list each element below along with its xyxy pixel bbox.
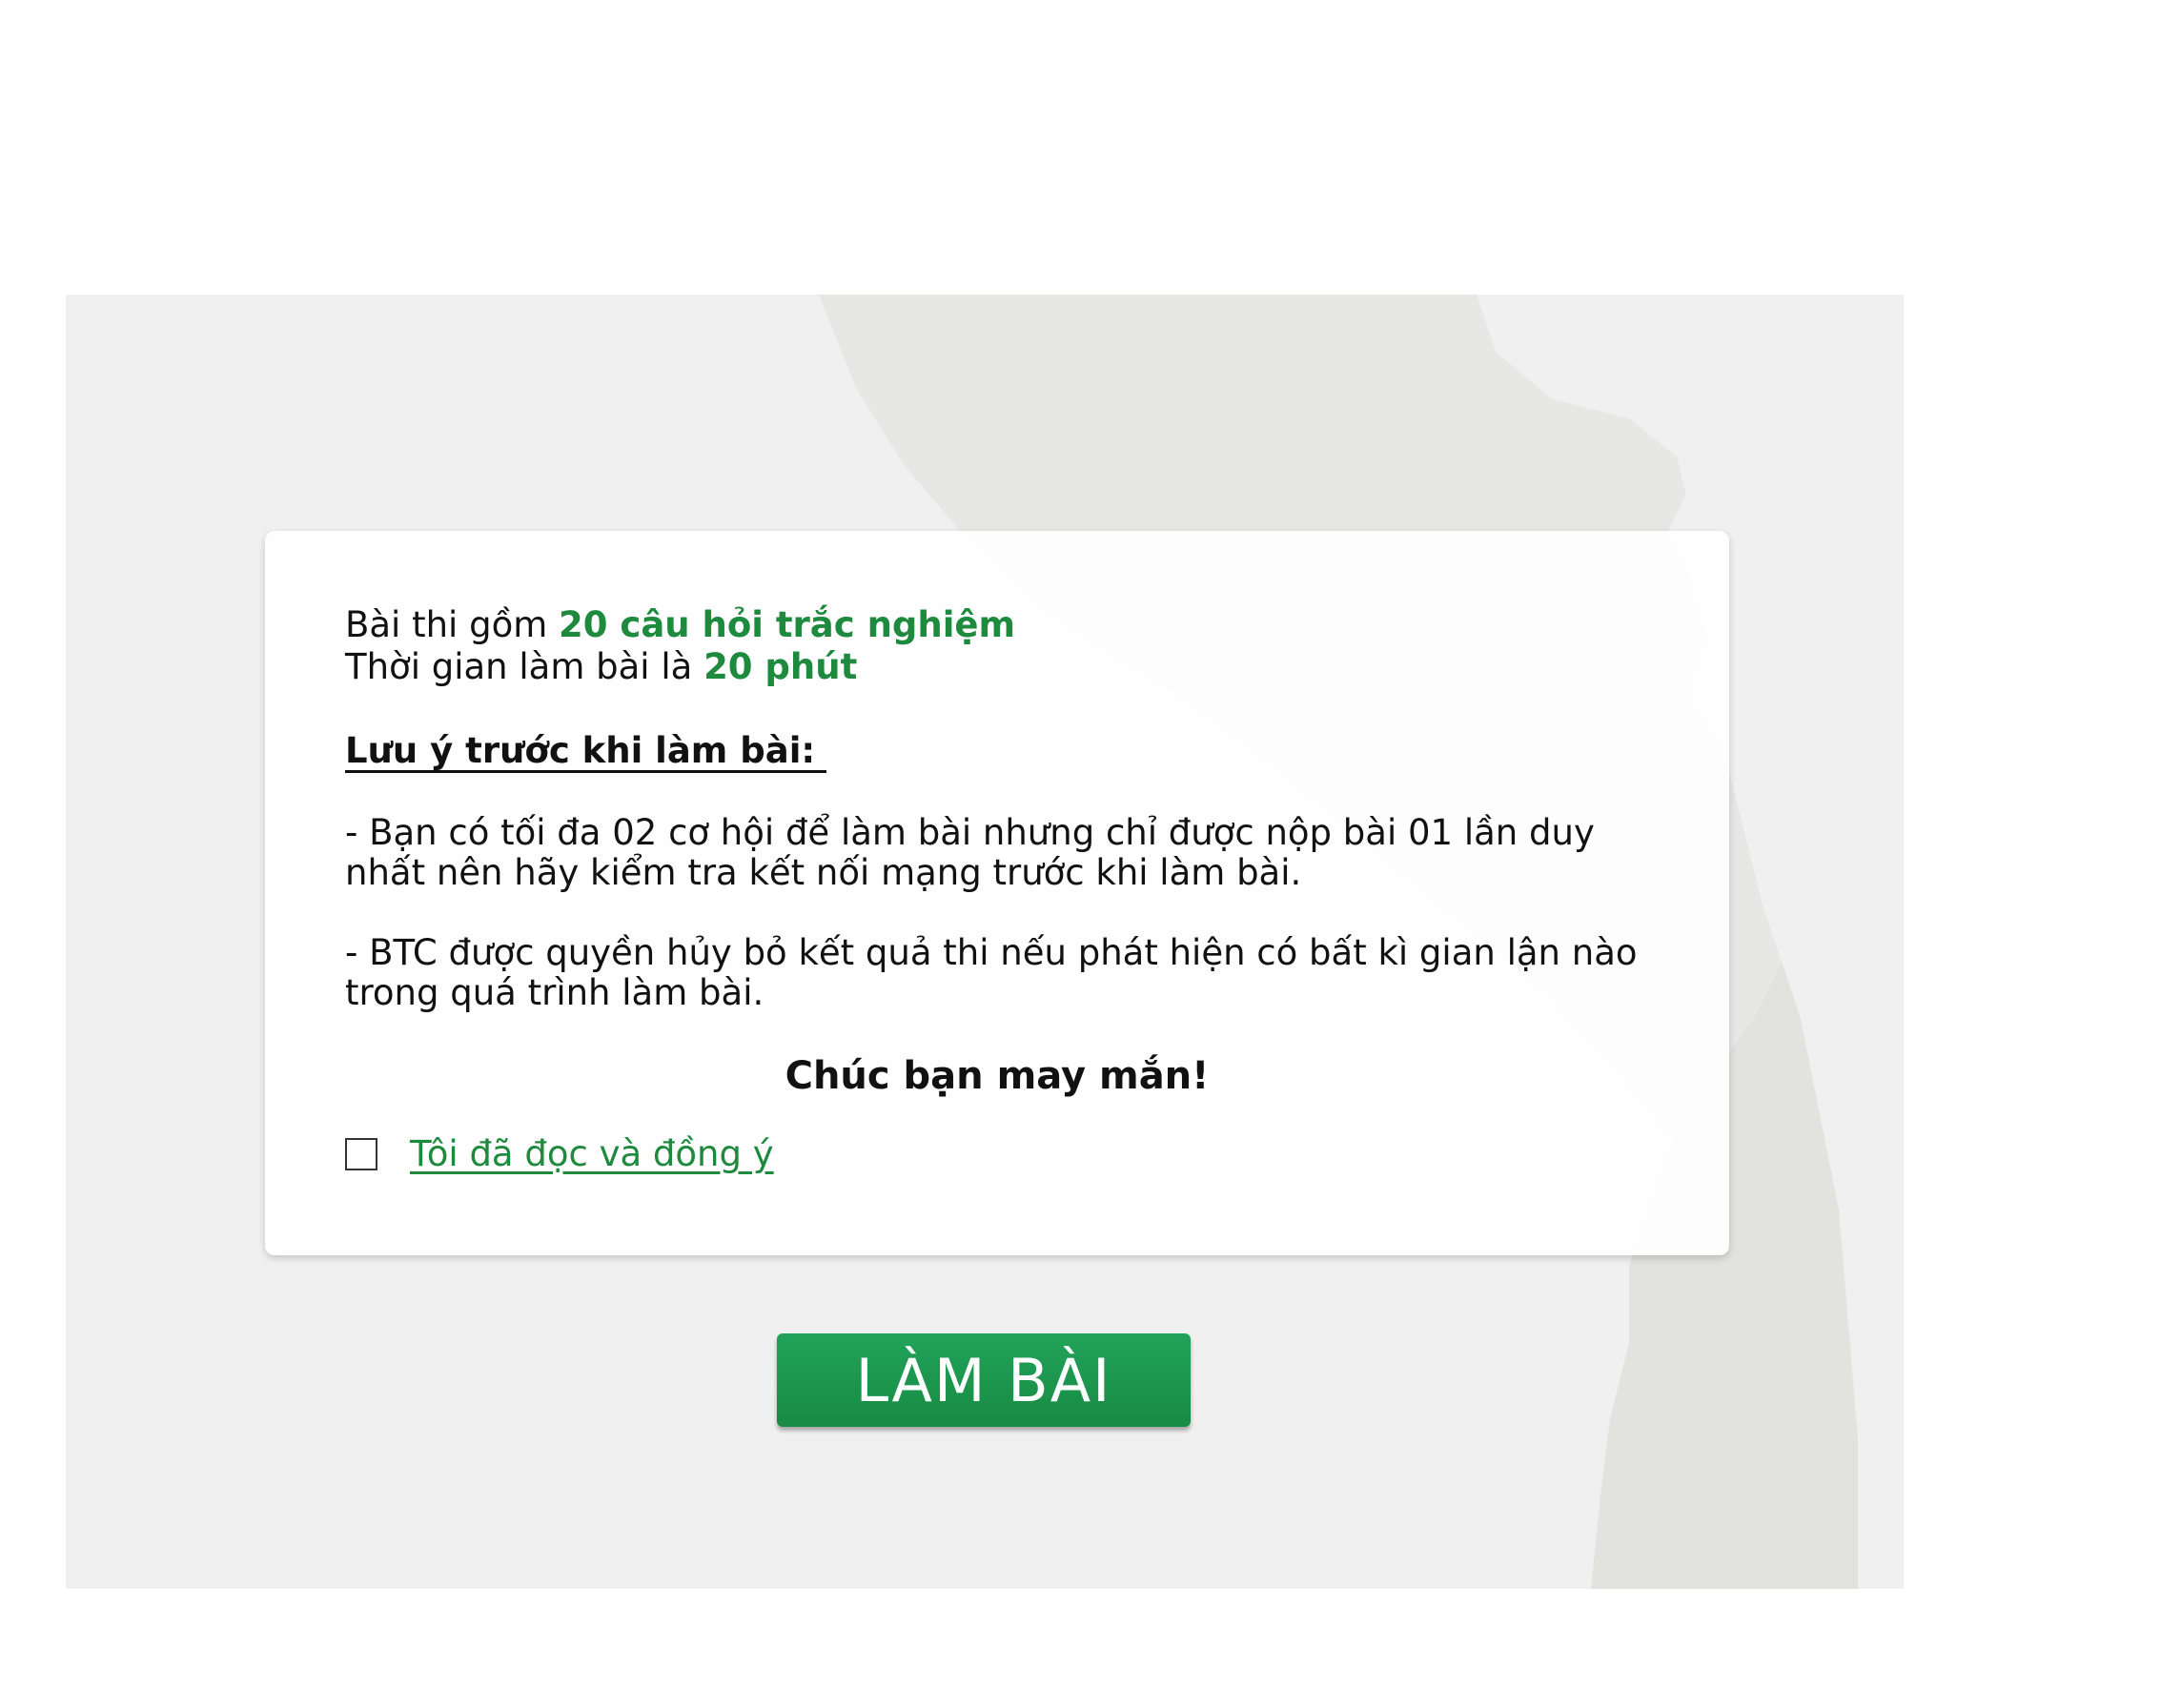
- notes-title: Lưu ý trước khi làm bài:: [345, 732, 827, 773]
- agree-label[interactable]: Tôi đã đọc và đồng ý: [410, 1133, 774, 1175]
- duration-value: 20 phút: [703, 646, 858, 687]
- instructions-card: Bài thi gồm 20 câu hỏi trắc nghiệm Thời …: [265, 531, 1729, 1255]
- duration-line: Thời gian làm bài là 20 phút: [345, 646, 1649, 688]
- question-count-line: Bài thi gồm 20 câu hỏi trắc nghiệm: [345, 604, 1649, 646]
- question-count-value: 20 câu hỏi trắc nghiệm: [559, 604, 1016, 645]
- agree-checkbox[interactable]: [345, 1138, 377, 1170]
- good-luck-message: Chúc bạn may mắn!: [785, 1054, 1210, 1098]
- exam-intro-panel: Bài thi gồm 20 câu hỏi trắc nghiệm Thời …: [66, 295, 1904, 1589]
- question-count-prefix: Bài thi gồm: [345, 604, 560, 645]
- start-exam-button[interactable]: LÀM BÀI: [777, 1333, 1191, 1427]
- agree-row[interactable]: Tôi đã đọc và đồng ý: [345, 1133, 1649, 1175]
- note-item-attempts: - Bạn có tối đa 02 cơ hội để làm bài như…: [345, 812, 1595, 893]
- duration-prefix: Thời gian làm bài là: [345, 646, 704, 687]
- note-item-cheating: - BTC được quyền hủy bỏ kết quả thi nếu …: [345, 932, 1638, 1013]
